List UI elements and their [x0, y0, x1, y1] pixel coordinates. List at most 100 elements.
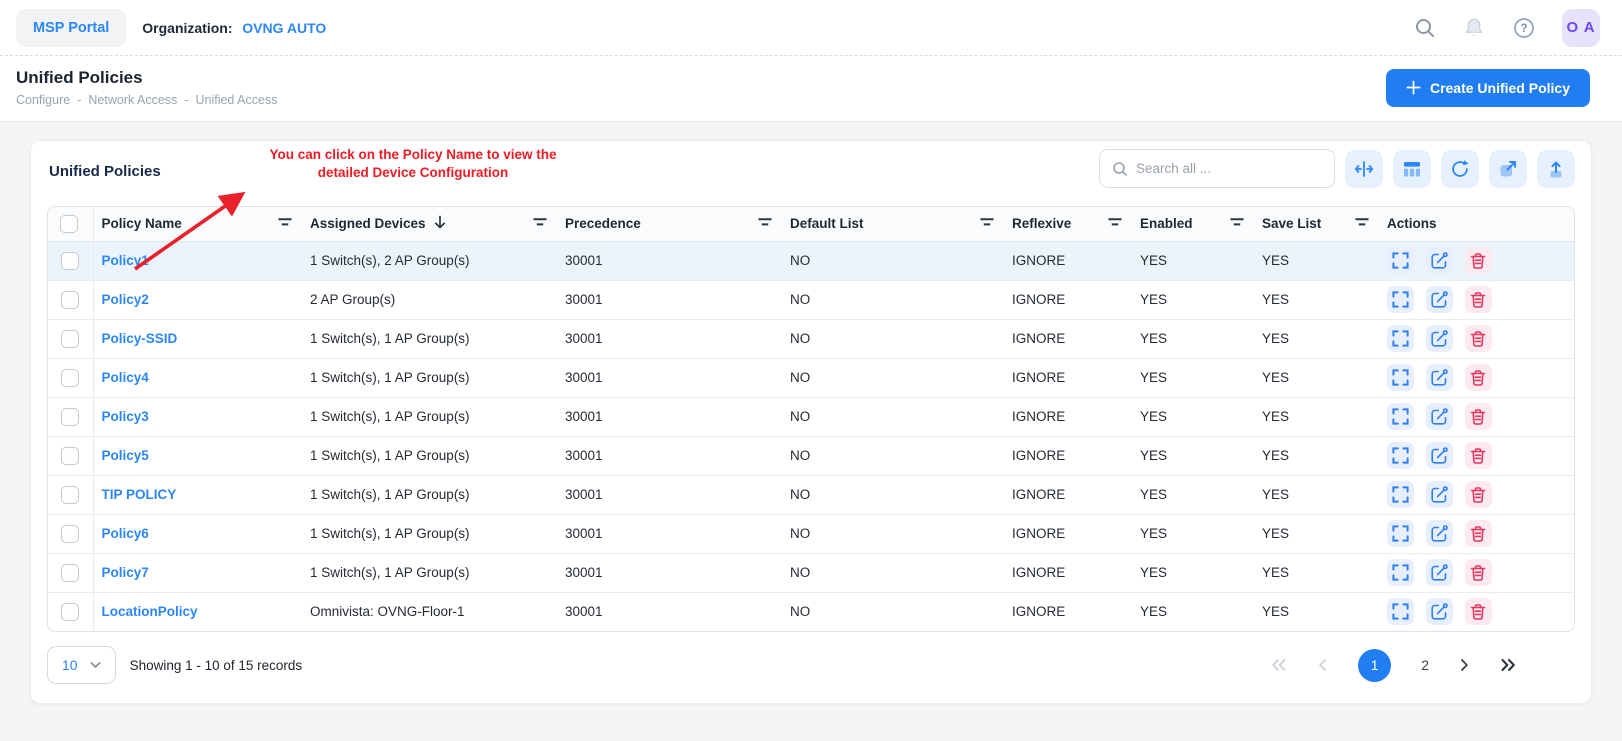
- policy-name-link[interactable]: LocationPolicy: [102, 604, 198, 619]
- trash-icon: [1469, 408, 1487, 426]
- policy-name-link[interactable]: Policy-SSID: [102, 331, 178, 346]
- edit-button[interactable]: [1426, 403, 1453, 430]
- filter-icon[interactable]: [1230, 216, 1244, 231]
- sort-desc-icon[interactable]: [434, 215, 446, 232]
- precedence-cell: 30001: [557, 358, 782, 397]
- column-header-policy-name[interactable]: Policy Name: [93, 207, 302, 241]
- organization-value-link[interactable]: OVNG AUTO: [242, 20, 326, 36]
- filter-icon[interactable]: [980, 216, 994, 231]
- view-details-button[interactable]: [1387, 442, 1414, 469]
- page-number-2[interactable]: 2: [1421, 657, 1429, 673]
- edit-button[interactable]: [1426, 364, 1453, 391]
- view-details-button[interactable]: [1387, 364, 1414, 391]
- row-checkbox[interactable]: [61, 447, 79, 465]
- edit-button[interactable]: [1426, 559, 1453, 586]
- view-details-button[interactable]: [1387, 286, 1414, 313]
- view-details-button[interactable]: [1387, 598, 1414, 625]
- view-details-button[interactable]: [1387, 559, 1414, 586]
- delete-button[interactable]: [1465, 442, 1492, 469]
- delete-button[interactable]: [1465, 598, 1492, 625]
- assigned-devices-cell: 1 Switch(s), 1 AP Group(s): [302, 358, 557, 397]
- breadcrumb-item-network-access[interactable]: Network Access: [88, 93, 177, 107]
- refresh-icon: [1450, 159, 1470, 179]
- edit-button[interactable]: [1426, 325, 1453, 352]
- select-all-checkbox[interactable]: [60, 215, 78, 233]
- filter-icon[interactable]: [758, 216, 772, 231]
- row-checkbox[interactable]: [61, 369, 79, 387]
- refresh-button[interactable]: [1441, 150, 1479, 188]
- policy-name-link[interactable]: Policy2: [102, 292, 149, 307]
- search-all-input[interactable]: [1136, 161, 1322, 176]
- row-checkbox[interactable]: [61, 486, 79, 504]
- first-page-button[interactable]: [1270, 658, 1287, 672]
- breadcrumb-item-unified-access[interactable]: Unified Access: [195, 93, 277, 107]
- edit-button[interactable]: [1426, 598, 1453, 625]
- edit-button[interactable]: [1426, 442, 1453, 469]
- edit-button[interactable]: [1426, 481, 1453, 508]
- filter-icon[interactable]: [278, 216, 292, 231]
- view-details-button[interactable]: [1387, 520, 1414, 547]
- view-details-button[interactable]: [1387, 325, 1414, 352]
- next-page-button[interactable]: [1459, 658, 1470, 672]
- page-number-1[interactable]: 1: [1358, 649, 1391, 682]
- last-page-button[interactable]: [1500, 658, 1517, 672]
- edit-icon: [1430, 564, 1448, 582]
- row-checkbox[interactable]: [61, 252, 79, 270]
- page-title: Unified Policies: [16, 68, 277, 88]
- help-icon[interactable]: ?: [1512, 16, 1536, 40]
- delete-button[interactable]: [1465, 286, 1492, 313]
- previous-page-button[interactable]: [1317, 658, 1328, 672]
- policy-name-link[interactable]: Policy6: [102, 526, 149, 541]
- edit-button[interactable]: [1426, 247, 1453, 274]
- columns-button[interactable]: [1393, 150, 1431, 188]
- delete-button[interactable]: [1465, 481, 1492, 508]
- enabled-cell: YES: [1132, 241, 1254, 280]
- upload-button[interactable]: [1537, 150, 1575, 188]
- row-checkbox[interactable]: [61, 564, 79, 582]
- assigned-devices-cell: Omnivista: OVNG-Floor-1: [302, 592, 557, 631]
- row-checkbox[interactable]: [61, 330, 79, 348]
- column-header-default-list[interactable]: Default List: [782, 207, 1004, 241]
- filter-icon[interactable]: [1355, 216, 1369, 231]
- column-header-reflexive[interactable]: Reflexive: [1004, 207, 1132, 241]
- row-checkbox[interactable]: [61, 291, 79, 309]
- policy-name-link[interactable]: Policy7: [102, 565, 149, 580]
- delete-button[interactable]: [1465, 520, 1492, 547]
- policy-name-link[interactable]: Policy5: [102, 448, 149, 463]
- fit-columns-button[interactable]: [1345, 150, 1383, 188]
- view-details-button[interactable]: [1387, 481, 1414, 508]
- column-header-enabled[interactable]: Enabled: [1132, 207, 1254, 241]
- edit-button[interactable]: [1426, 520, 1453, 547]
- delete-button[interactable]: [1465, 403, 1492, 430]
- column-header-assigned-devices[interactable]: Assigned Devices: [302, 207, 557, 241]
- policy-name-link[interactable]: Policy3: [102, 409, 149, 424]
- delete-button[interactable]: [1465, 364, 1492, 391]
- filter-icon[interactable]: [1108, 216, 1122, 231]
- edit-button[interactable]: [1426, 286, 1453, 313]
- export-button[interactable]: [1489, 150, 1527, 188]
- policy-name-link[interactable]: Policy4: [102, 370, 149, 385]
- reflexive-cell: IGNORE: [1004, 514, 1132, 553]
- row-checkbox[interactable]: [61, 603, 79, 621]
- row-checkbox[interactable]: [61, 408, 79, 426]
- breadcrumb-item-configure[interactable]: Configure: [16, 93, 70, 107]
- policy-name-link[interactable]: TIP POLICY: [102, 487, 177, 502]
- view-details-button[interactable]: [1387, 403, 1414, 430]
- delete-button[interactable]: [1465, 559, 1492, 586]
- notifications-bell-icon[interactable]: [1462, 16, 1486, 40]
- row-checkbox[interactable]: [61, 525, 79, 543]
- default-list-cell: NO: [782, 241, 1004, 280]
- filter-icon[interactable]: [533, 216, 547, 231]
- search-icon[interactable]: [1414, 17, 1436, 39]
- avatar[interactable]: O A: [1562, 9, 1600, 47]
- msp-portal-button[interactable]: MSP Portal: [16, 9, 126, 47]
- column-header-precedence[interactable]: Precedence: [557, 207, 782, 241]
- column-header-save-list[interactable]: Save List: [1254, 207, 1379, 241]
- delete-button[interactable]: [1465, 325, 1492, 352]
- page-size-select[interactable]: 10: [47, 646, 116, 684]
- delete-button[interactable]: [1465, 247, 1492, 274]
- policy-name-link[interactable]: Policy1: [102, 253, 149, 268]
- create-unified-policy-button[interactable]: Create Unified Policy: [1386, 69, 1590, 107]
- plus-icon: [1406, 80, 1421, 95]
- view-details-button[interactable]: [1387, 247, 1414, 274]
